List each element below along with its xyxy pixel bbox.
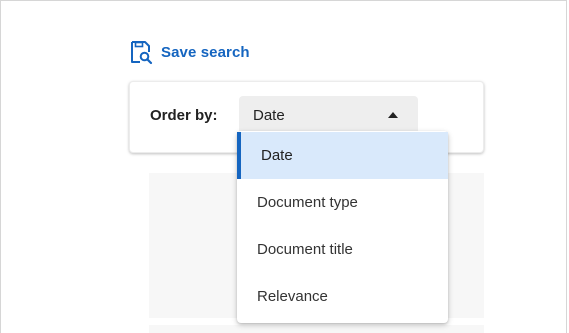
caret-up-icon (388, 112, 398, 118)
order-option-date[interactable]: Date (237, 132, 448, 179)
save-search-label: Save search (161, 43, 250, 61)
order-option-document-type[interactable]: Document type (237, 179, 448, 226)
order-by-label: Order by: (150, 107, 218, 124)
option-label: Relevance (257, 288, 328, 305)
order-option-relevance[interactable]: Relevance (237, 273, 448, 320)
results-area-next (149, 325, 484, 333)
save-search-button[interactable]: Save search (129, 39, 250, 65)
order-option-document-title[interactable]: Document title (237, 226, 448, 273)
option-label: Document title (257, 241, 353, 258)
order-by-selected-value: Date (253, 107, 285, 124)
order-by-dropdown-menu: Date Document type Document title Releva… (237, 131, 448, 323)
save-search-icon (131, 41, 153, 65)
option-label: Document type (257, 194, 358, 211)
option-label: Date (261, 147, 293, 164)
order-by-select[interactable]: Date (239, 96, 418, 134)
page-frame: Save search Order by: Date Date Document… (0, 0, 567, 333)
